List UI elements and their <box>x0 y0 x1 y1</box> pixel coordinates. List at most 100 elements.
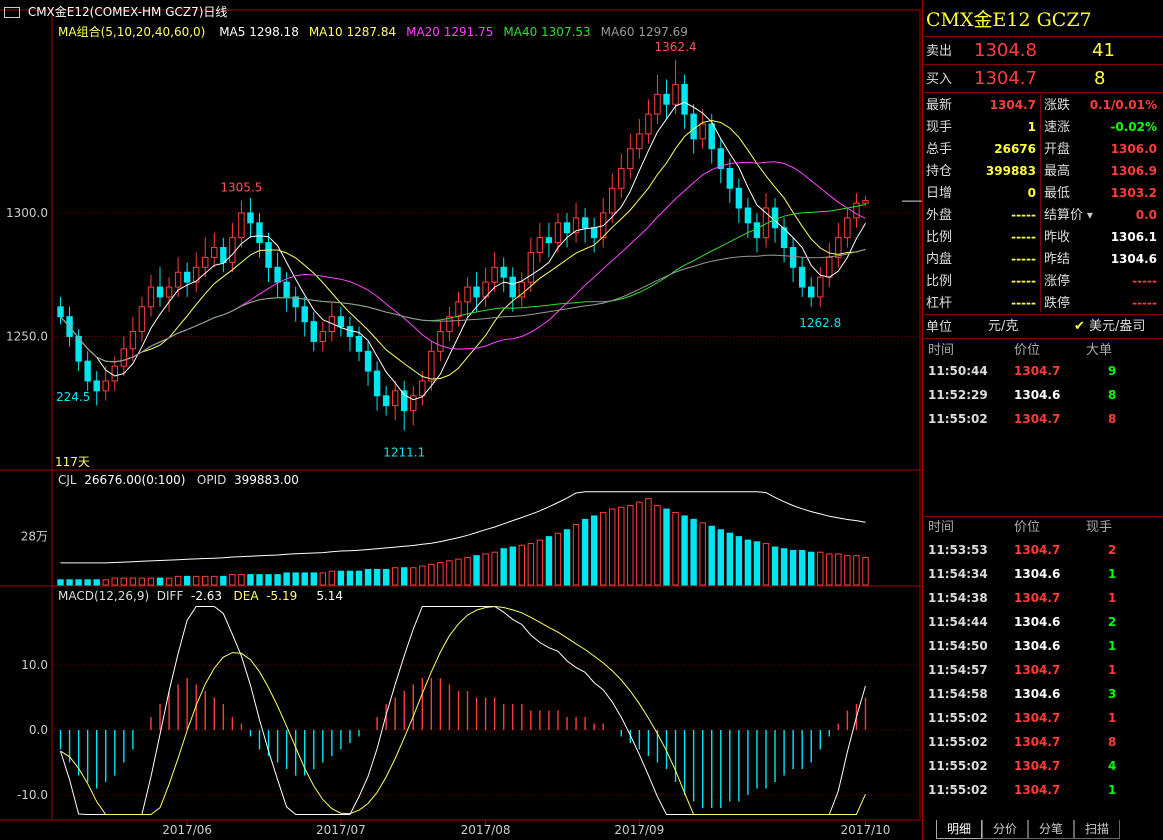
big-order-qty: 8 <box>1108 388 1117 402</box>
trade-row[interactable]: 11:54:50 1304.6 1 <box>922 635 1163 657</box>
quote-left-9-value: ----- <box>1011 296 1036 310</box>
volume-bar <box>753 541 761 586</box>
quote-left-0: 最新 1304.7 <box>926 94 1038 116</box>
quote-right-0-label: 涨跌 <box>1044 98 1071 113</box>
trade-row[interactable]: 11:55:02 1304.7 1 <box>922 779 1163 801</box>
candle-body <box>627 148 634 169</box>
ma5-line <box>60 101 866 401</box>
quote-right-1-value: -0.02% <box>1110 120 1157 134</box>
quote-left-8: 比例 ----- <box>926 270 1038 292</box>
volume-bar <box>102 579 109 586</box>
big-order-row[interactable]: 11:50:44 1304.7 9 <box>922 360 1163 382</box>
volume-bar <box>274 574 281 586</box>
window-icon[interactable] <box>4 7 20 18</box>
candle-body <box>183 271 191 283</box>
currency-toggle[interactable]: ✔ 美元/盎司 <box>1074 316 1145 338</box>
volume-bar <box>735 536 743 586</box>
candle-body <box>826 256 833 278</box>
volume-bar <box>554 532 562 586</box>
candle-body <box>518 281 526 298</box>
tab-2[interactable]: 分笔 <box>1028 820 1074 839</box>
ma-legend-ma5: MA5 1298.18 <box>219 25 299 39</box>
big-order-row[interactable]: 11:52:29 1304.6 8 <box>922 384 1163 406</box>
tab-0[interactable]: 明细 <box>936 820 982 839</box>
quote-right-9-label: 跌停 <box>1044 296 1071 311</box>
candle-body <box>165 286 173 298</box>
trade-price: 1304.7 <box>1014 783 1061 797</box>
trade-time: 11:54:34 <box>928 567 988 581</box>
candle-body <box>391 390 399 407</box>
volume-bar <box>862 556 869 586</box>
quote-right-2-label: 开盘 <box>1044 142 1071 157</box>
diff-line <box>60 606 866 815</box>
candle-body <box>536 237 544 253</box>
candle-body <box>283 281 290 298</box>
volume-bar <box>57 579 64 586</box>
quote-right-9-value: ----- <box>1132 296 1157 310</box>
volume-bar <box>464 556 471 586</box>
quote-left-8-label: 比例 <box>926 274 953 289</box>
dropdown-icon[interactable]: ▾ <box>1083 208 1093 222</box>
quote-right-2: 开盘 1306.0 <box>1044 138 1159 160</box>
volume-bar <box>192 575 200 586</box>
quote-right-7: 昨结 1304.6 <box>1044 248 1159 270</box>
ma-group-label: MA组合(5,10,20,40,60,0) <box>58 25 206 39</box>
trade-row[interactable]: 11:54:38 1304.7 1 <box>922 587 1163 609</box>
quote-left-4-value: 0 <box>1027 186 1036 200</box>
bid-label: 买入 <box>926 72 953 87</box>
date-axis-label: 2017/06 <box>162 823 212 837</box>
trade-qty: 1 <box>1108 567 1117 581</box>
candle-body <box>527 251 535 283</box>
candle-body <box>437 331 444 352</box>
kline-chart[interactable]: 1300.0 1250.0 1305.5 1362.4 224.5 1211.1 1262.… <box>0 0 922 840</box>
quote-left-4-label: 日增 <box>926 186 953 201</box>
quote-right-4: 最低 1303.2 <box>1044 182 1159 204</box>
volume-bar <box>545 536 553 586</box>
big-order-price: 1304.7 <box>1014 364 1061 378</box>
trade-time: 11:53:53 <box>928 543 988 557</box>
big-order-row[interactable]: 11:55:02 1304.7 8 <box>922 408 1163 430</box>
volume-bar <box>319 572 327 586</box>
trade-row[interactable]: 11:55:02 1304.7 8 <box>922 731 1163 753</box>
bid-price: 1304.7 <box>974 68 1037 89</box>
quote-left-1-label: 现手 <box>926 120 953 135</box>
volume-bar <box>75 579 82 586</box>
trade-row[interactable]: 11:55:02 1304.7 4 <box>922 755 1163 777</box>
candle-body <box>310 321 317 342</box>
trade-row[interactable]: 11:54:57 1304.7 1 <box>922 659 1163 681</box>
tab-1[interactable]: 分价 <box>982 820 1028 839</box>
unit-value[interactable]: 元/克 <box>988 316 1018 338</box>
trade-row[interactable]: 11:54:34 1304.6 1 <box>922 563 1163 585</box>
volume-bar <box>744 539 752 586</box>
quote-left-1-value: 1 <box>1027 120 1036 134</box>
macd-axis-label: 0.0 <box>29 723 48 737</box>
trade-row[interactable]: 11:55:02 1304.7 1 <box>922 707 1163 729</box>
trade-row[interactable]: 11:53:53 1304.7 2 <box>922 539 1163 561</box>
volume-bar <box>455 558 462 586</box>
candle-body <box>699 123 706 140</box>
ma-legend-ma20: MA20 1291.75 <box>406 25 494 39</box>
ask-label: 卖出 <box>926 44 953 59</box>
trade-price: 1304.7 <box>1014 591 1061 605</box>
quote-right-3-label: 最高 <box>1044 164 1071 179</box>
candle-body <box>238 212 245 239</box>
trade-row[interactable]: 11:54:58 1304.6 3 <box>922 683 1163 705</box>
volume-bar <box>355 570 363 586</box>
candle-body <box>156 286 164 298</box>
big-order-header-1: 价位 <box>1014 343 1041 358</box>
tab-3[interactable]: 扫描 <box>1074 820 1120 839</box>
volume-bar <box>627 505 634 586</box>
trade-row[interactable]: 11:54:44 1304.6 2 <box>922 611 1163 633</box>
trade-qty: 1 <box>1108 591 1117 605</box>
volume-bar <box>156 577 164 586</box>
quote-right-9: 跌停 ----- <box>1044 292 1159 314</box>
candle-body <box>211 247 218 258</box>
quote-left-3: 持仓 399883 <box>926 160 1038 182</box>
candle-body <box>428 350 435 382</box>
big-order-price: 1304.6 <box>1014 388 1061 402</box>
volume-bar <box>428 563 435 586</box>
volume-bar <box>699 522 706 586</box>
volume-bar <box>780 548 788 586</box>
candle-body <box>789 247 797 268</box>
volume-bar <box>400 567 408 586</box>
